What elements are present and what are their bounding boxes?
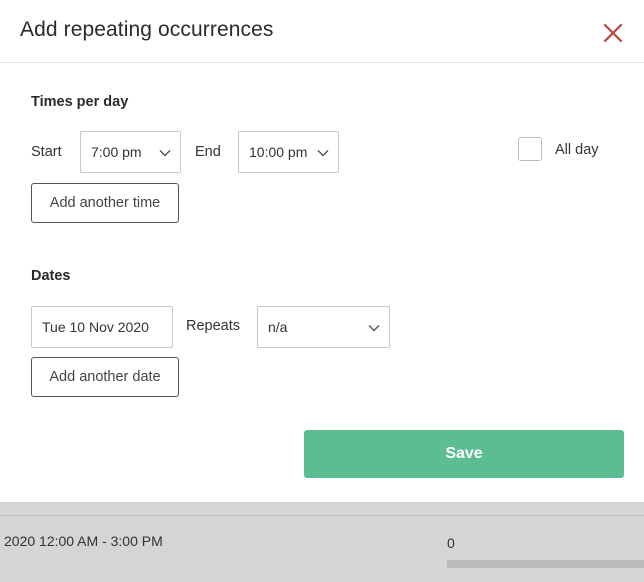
add-another-date-button[interactable]: Add another date <box>31 357 179 397</box>
end-time-value: 10:00 pm <box>249 144 308 160</box>
dialog-title: Add repeating occurrences <box>20 18 274 41</box>
background-row-count: 0 <box>447 535 455 551</box>
save-button[interactable]: Save <box>304 430 624 478</box>
end-label: End <box>195 144 221 160</box>
background-progress-bar <box>447 560 644 568</box>
start-label: Start <box>31 144 62 160</box>
close-button[interactable] <box>600 20 626 46</box>
start-time-value: 7:00 pm <box>91 144 142 160</box>
repeats-select[interactable]: n/a <box>257 306 390 348</box>
repeating-occurrences-dialog: Add repeating occurrences Times per day … <box>0 0 644 502</box>
chevron-down-icon <box>368 325 380 332</box>
start-time-select[interactable]: 7:00 pm <box>80 131 181 173</box>
close-icon <box>603 23 623 43</box>
repeats-value: n/a <box>268 319 288 335</box>
dialog-header: Add repeating occurrences <box>0 0 644 63</box>
all-day-label: All day <box>555 142 599 158</box>
times-section-label: Times per day <box>31 94 129 110</box>
background-divider <box>0 515 644 516</box>
chevron-down-icon <box>159 150 171 157</box>
date-input[interactable]: Tue 10 Nov 2020 <box>31 306 173 348</box>
dates-section-label: Dates <box>31 268 71 284</box>
date-value: Tue 10 Nov 2020 <box>42 319 149 335</box>
chevron-down-icon <box>317 150 329 157</box>
add-another-time-button[interactable]: Add another time <box>31 183 179 223</box>
all-day-checkbox[interactable] <box>518 137 542 161</box>
background-row-time: 2020 12:00 AM - 3:00 PM <box>4 533 163 549</box>
end-time-select[interactable]: 10:00 pm <box>238 131 339 173</box>
repeats-label: Repeats <box>186 318 241 334</box>
